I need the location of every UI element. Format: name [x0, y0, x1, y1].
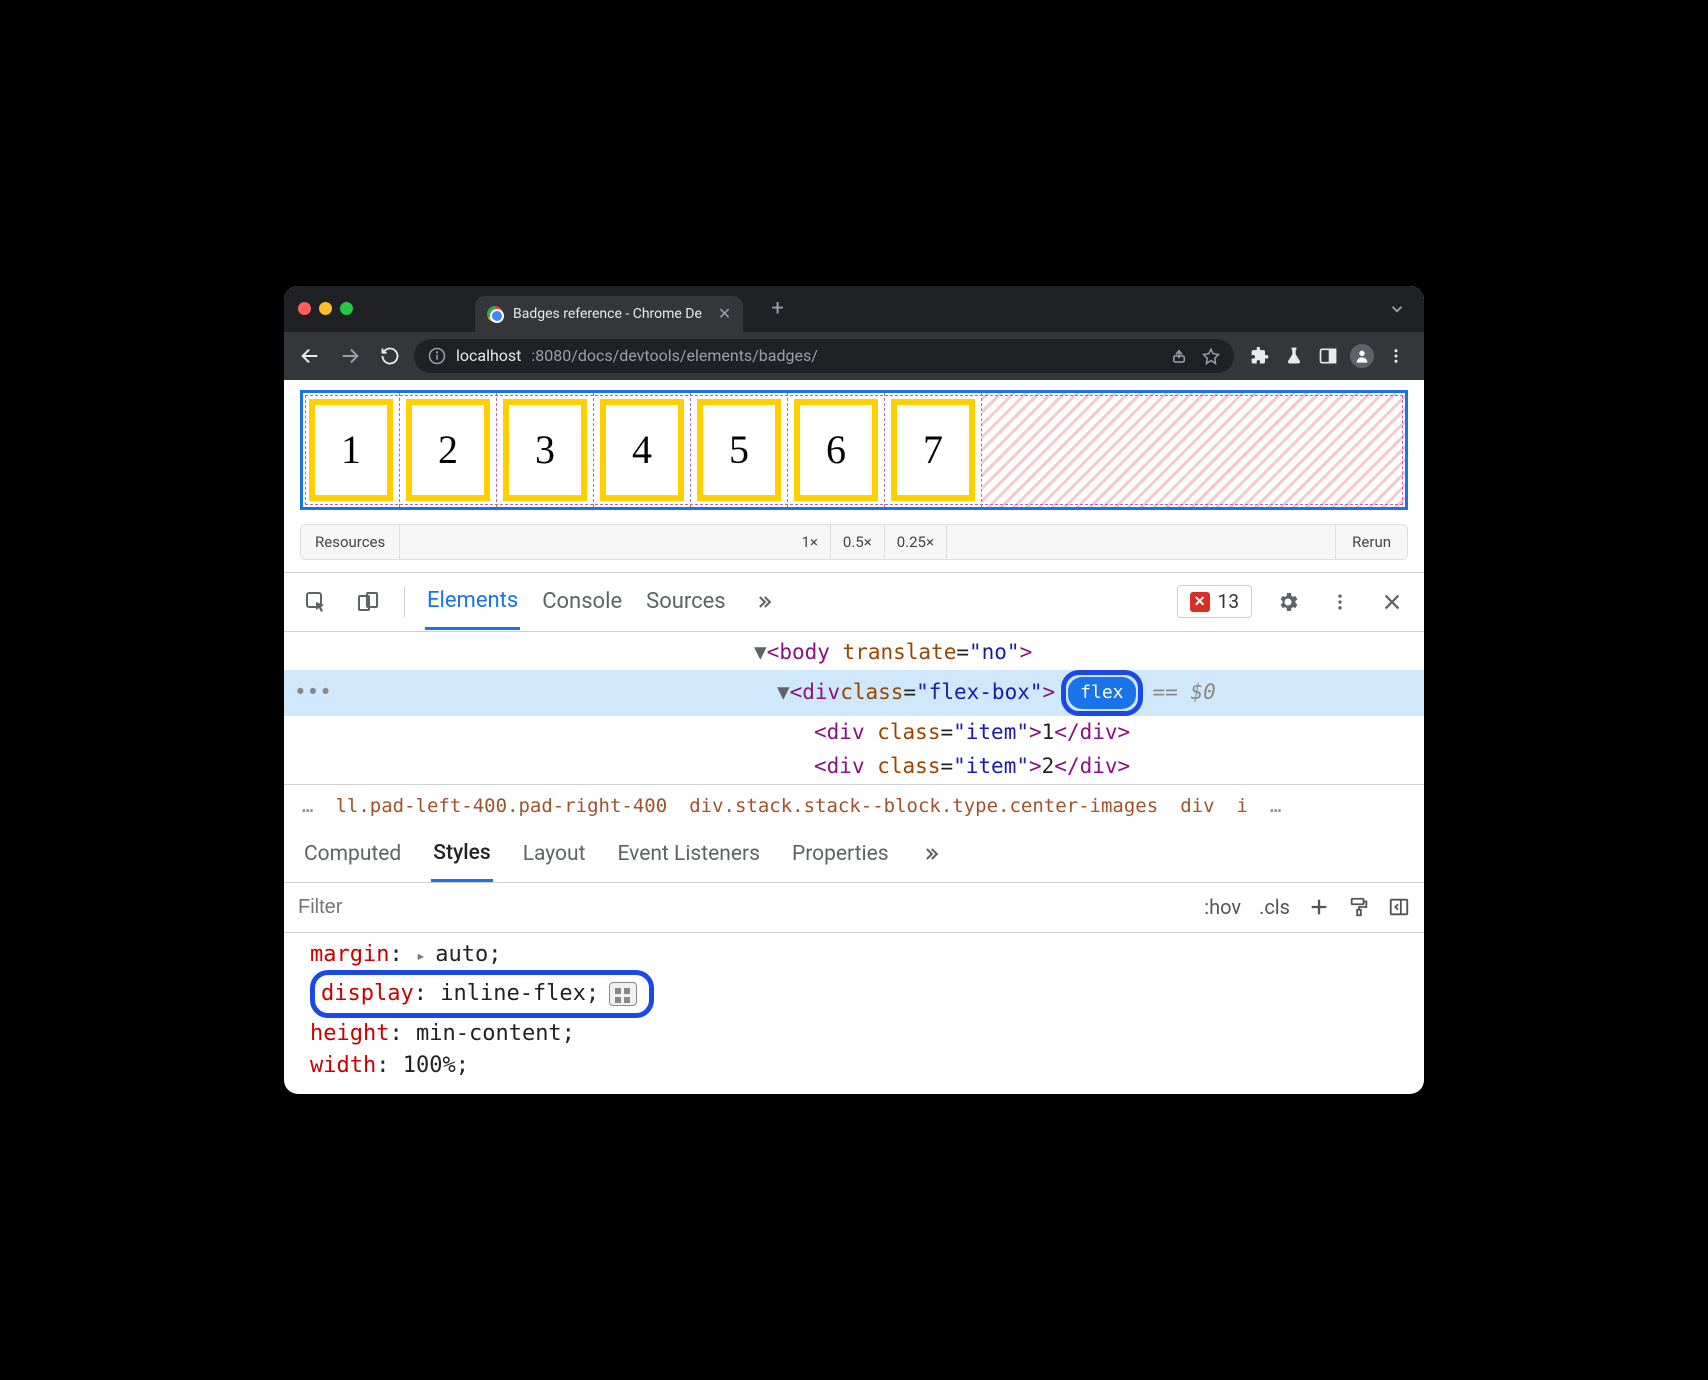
crumb-item-2[interactable]: div.stack.stack--block.type.center-image… [689, 795, 1158, 817]
url-path: :8080/docs/devtools/elements/badges/ [531, 346, 817, 365]
dom-tree[interactable]: ▼<body translate="no"> ••• ▼<div class="… [284, 632, 1424, 784]
subtab-more-icon[interactable] [919, 830, 943, 878]
device-toolbar-icon[interactable] [352, 586, 384, 618]
styles-filter-input[interactable] [298, 896, 1188, 919]
flex-item-7: 7 [891, 399, 975, 501]
page-viewport: 1 2 3 4 5 6 7 Resources 1× 0.5× 0.25× Re… [284, 380, 1424, 566]
flex-badge[interactable]: flex [1068, 677, 1135, 710]
chrome-favicon-icon [487, 306, 503, 322]
browser-tab-title: Badges reference - Chrome De [513, 306, 702, 322]
crumb-ellipsis-left[interactable]: … [302, 795, 313, 817]
back-button[interactable] [294, 340, 326, 372]
minimize-window-icon[interactable] [319, 302, 332, 315]
ellipsis-icon[interactable]: ••• [284, 676, 332, 710]
embed-controls: Resources 1× 0.5× 0.25× Rerun [300, 524, 1408, 560]
subtab-properties[interactable]: Properties [790, 828, 891, 880]
expand-margin-icon[interactable]: ▸ [416, 946, 435, 965]
site-info-icon[interactable] [428, 347, 446, 365]
inspect-element-icon[interactable] [300, 586, 332, 618]
omnibox[interactable]: localhost :8080/docs/devtools/elements/ba… [414, 339, 1234, 373]
crumb-ellipsis-right[interactable]: … [1270, 795, 1281, 817]
profile-avatar[interactable] [1348, 342, 1376, 370]
labs-icon[interactable] [1280, 342, 1308, 370]
flex-item-3: 3 [503, 399, 587, 501]
subtab-layout[interactable]: Layout [521, 828, 588, 880]
chrome-menu-icon[interactable] [1382, 342, 1410, 370]
url-host: localhost [456, 346, 521, 365]
tabs-dropdown-icon[interactable] [1388, 300, 1416, 318]
tab-elements[interactable]: Elements [425, 574, 520, 630]
styles-subpanel-tabs: Computed Styles Layout Event Listeners P… [284, 827, 1424, 883]
css-rule-width[interactable]: width: 100%; [310, 1050, 1406, 1082]
rerun-button[interactable]: Rerun [1335, 525, 1407, 559]
flex-badge-highlight: flex [1061, 670, 1142, 717]
css-rule-display-highlight: display: inline-flex; [310, 970, 1406, 1018]
flex-item-4: 4 [600, 399, 684, 501]
subtab-styles[interactable]: Styles [431, 827, 492, 882]
settings-icon[interactable] [1272, 586, 1304, 618]
css-rule-height[interactable]: height: min-content; [310, 1018, 1406, 1050]
toolbar-icons [1242, 342, 1414, 370]
zoom-1x[interactable]: 1× [789, 525, 830, 559]
paint-format-icon[interactable] [1348, 896, 1370, 918]
hov-toggle[interactable]: :hov [1204, 895, 1241, 919]
address-bar: localhost :8080/docs/devtools/elements/ba… [284, 332, 1424, 380]
browser-tab[interactable]: Badges reference - Chrome De ✕ [475, 296, 743, 332]
dom-node-item-1[interactable]: <div class="item">1</div> [284, 716, 1424, 750]
zoom-025x[interactable]: 0.25× [885, 525, 947, 559]
resources-button[interactable]: Resources [301, 525, 400, 559]
side-panel-icon[interactable] [1314, 342, 1342, 370]
crumb-item-4[interactable]: i [1237, 795, 1248, 817]
dom-node-item-2[interactable]: <div class="item">2</div> [284, 750, 1424, 784]
crumb-item-3[interactable]: div [1180, 795, 1214, 817]
flex-item-1: 1 [309, 399, 393, 501]
browser-window: Badges reference - Chrome De ✕ + localho… [284, 286, 1424, 1094]
crumb-item-1[interactable]: ll.pad-left-400.pad-right-400 [335, 795, 667, 817]
error-count-badge[interactable]: ✕ 13 [1177, 585, 1252, 618]
dom-breadcrumb[interactable]: … ll.pad-left-400.pad-right-400 div.stac… [284, 784, 1424, 827]
more-tabs-icon[interactable] [748, 586, 780, 618]
fullscreen-window-icon[interactable] [340, 302, 353, 315]
subtab-computed[interactable]: Computed [302, 828, 403, 880]
forward-button[interactable] [334, 340, 366, 372]
dollar-zero-marker: == $0 [1153, 676, 1216, 710]
bookmark-icon[interactable] [1202, 347, 1220, 365]
cls-toggle[interactable]: .cls [1259, 895, 1290, 919]
close-window-icon[interactable] [298, 302, 311, 315]
error-count: 13 [1218, 590, 1239, 613]
flex-overlay-container: 1 2 3 4 5 6 7 [300, 390, 1408, 510]
computed-panel-icon[interactable] [1388, 896, 1410, 918]
close-tab-icon[interactable]: ✕ [718, 304, 731, 323]
tab-strip: Badges reference - Chrome De ✕ + [284, 286, 1424, 332]
new-tab-button[interactable]: + [761, 292, 793, 325]
tab-console[interactable]: Console [540, 575, 624, 628]
zoom-controls: 1× 0.5× 0.25× [789, 525, 947, 559]
flex-item-6: 6 [794, 399, 878, 501]
error-icon: ✕ [1190, 592, 1210, 612]
new-style-rule-icon[interactable] [1308, 896, 1330, 918]
css-rules-pane[interactable]: margin: ▸ auto; display: inline-flex; he… [284, 933, 1424, 1095]
dom-node-body[interactable]: ▼<body translate="no"> [284, 636, 1424, 670]
subtab-event-listeners[interactable]: Event Listeners [615, 828, 761, 880]
css-rule-margin[interactable]: margin: ▸ auto; [310, 939, 1406, 971]
flex-item-2: 2 [406, 399, 490, 501]
styles-filter-row: :hov .cls [284, 883, 1424, 933]
tab-sources[interactable]: Sources [644, 575, 728, 628]
zoom-05x[interactable]: 0.5× [831, 525, 885, 559]
flex-item-5: 5 [697, 399, 781, 501]
devtools-menu-icon[interactable] [1324, 586, 1356, 618]
share-icon[interactable] [1170, 347, 1188, 365]
reload-button[interactable] [374, 340, 406, 372]
flexbox-editor-icon[interactable] [609, 982, 637, 1006]
close-devtools-icon[interactable] [1376, 586, 1408, 618]
window-controls [292, 302, 365, 315]
devtools-toolbar: Elements Console Sources ✕ 13 [284, 572, 1424, 632]
extensions-icon[interactable] [1246, 342, 1274, 370]
flex-items-region: 1 2 3 4 5 6 7 [303, 393, 982, 507]
dom-node-flex-box[interactable]: ••• ▼<div class="flex-box"> flex == $0 [284, 670, 1424, 717]
